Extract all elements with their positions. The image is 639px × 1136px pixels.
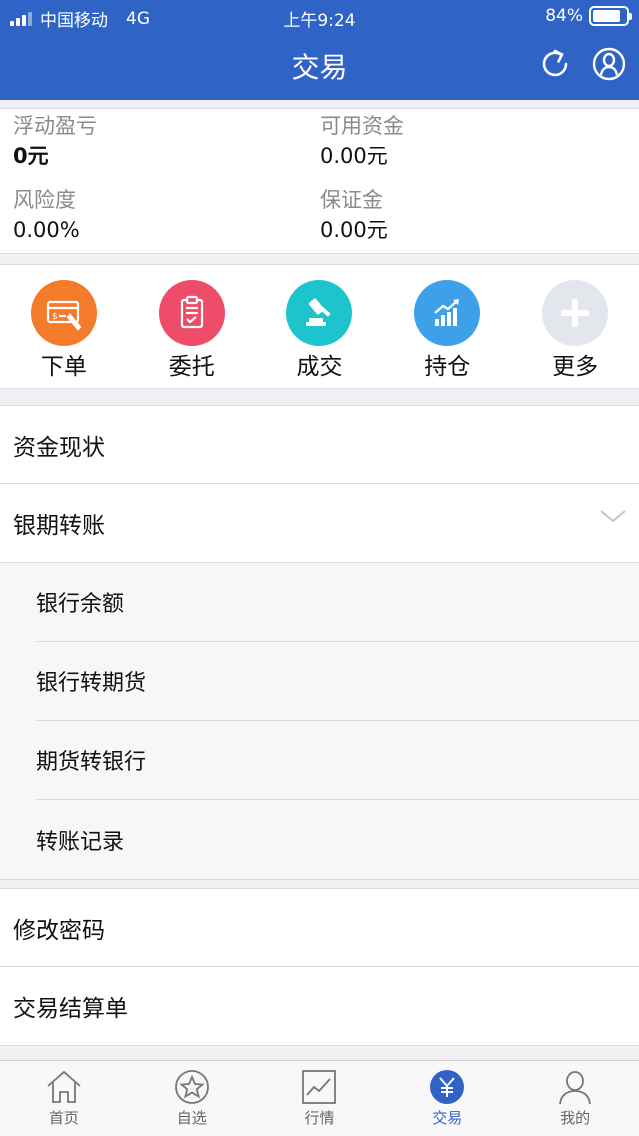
tab-label: 交易 — [432, 1109, 463, 1127]
user-circle-icon — [592, 47, 626, 81]
tab-label: 自选 — [176, 1109, 207, 1127]
available-funds-label: 可用资金 — [320, 114, 404, 138]
quick-actions: $ 下单 委托 成交 持仓 更多 — [0, 264, 639, 389]
account-summary: 浮动盈亏 0元 可用资金 0.00元 风险度 0.00% 保证金 0.00元 — [0, 108, 639, 254]
action-label: 持仓 — [424, 354, 471, 380]
action-positions[interactable]: 持仓 — [383, 265, 511, 388]
submenu-label: 银行转期货 — [36, 671, 147, 696]
status-right: 84% — [545, 6, 632, 26]
profile-button[interactable] — [591, 46, 627, 82]
action-place-order[interactable]: $ 下单 — [0, 265, 128, 388]
tab-trade[interactable]: 交易 — [383, 1061, 511, 1136]
section-gap — [0, 880, 639, 888]
submenu-label: 转账记录 — [36, 829, 125, 855]
svg-text:$: $ — [52, 312, 58, 322]
yuan-icon — [430, 1070, 465, 1104]
risk-degree-label: 风险度 — [13, 188, 76, 212]
action-label: 更多 — [552, 354, 599, 380]
menu-label: 银期转账 — [13, 513, 105, 539]
clock: 上午9:24 — [283, 11, 356, 31]
trend-chart-icon — [302, 1070, 337, 1104]
tab-home[interactable]: 首页 — [0, 1061, 128, 1136]
tab-label: 我的 — [560, 1109, 591, 1127]
clipboard-icon — [158, 280, 225, 346]
action-orders[interactable]: 委托 — [128, 265, 256, 388]
battery-percent: 84% — [545, 6, 583, 26]
status-bar: 中国移动 4G 上午9:24 84% — [0, 0, 639, 34]
submenu-transfer-records[interactable]: 转账记录 — [36, 800, 639, 879]
menu-change-password[interactable]: 修改密码 — [0, 888, 639, 967]
star-icon — [174, 1070, 209, 1104]
submenu-bank-to-futures[interactable]: 银行转期货 — [36, 642, 639, 721]
risk-degree: 风险度 0.00% — [13, 185, 80, 245]
action-label: 下单 — [40, 354, 87, 380]
risk-degree-value: 0.00% — [13, 218, 80, 242]
action-trades[interactable]: 成交 — [256, 265, 384, 388]
submenu-futures-to-bank[interactable]: 期货转银行 — [36, 721, 639, 800]
home-icon — [47, 1070, 81, 1103]
tab-watchlist[interactable]: 自选 — [128, 1061, 256, 1136]
action-label: 成交 — [296, 354, 343, 380]
menu-label: 交易结算单 — [13, 996, 128, 1022]
floating-pl-label: 浮动盈亏 — [13, 114, 97, 138]
menu-bank-futures-transfer[interactable]: 银期转账 — [0, 484, 639, 563]
menu-funds-status[interactable]: 资金现状 — [0, 405, 639, 484]
tab-bar: 首页 自选 行情 交易 我的 — [0, 1060, 639, 1136]
available-funds: 可用资金 0.00元 — [320, 111, 404, 171]
tab-me[interactable]: 我的 — [511, 1061, 639, 1136]
floating-pl: 浮动盈亏 0元 — [13, 111, 97, 171]
person-icon — [559, 1071, 591, 1105]
menu-label: 修改密码 — [13, 917, 105, 944]
action-label: 委托 — [168, 354, 215, 380]
floating-pl-value: 0元 — [13, 144, 49, 168]
order-ticket-icon: $ — [30, 280, 97, 346]
submenu-bank-balance[interactable]: 银行余额 — [36, 563, 639, 642]
refresh-button[interactable] — [537, 46, 573, 82]
gavel-icon — [286, 280, 353, 346]
battery-icon — [589, 6, 632, 26]
bar-chart-icon — [414, 280, 481, 346]
submenu-label: 期货转银行 — [36, 750, 147, 775]
chevron-down-icon — [600, 510, 626, 523]
transfer-submenu: 银行余额 银行转期货 期货转银行 转账记录 — [0, 563, 639, 880]
menu-label: 资金现状 — [13, 434, 105, 461]
margin-value: 0.00元 — [320, 218, 388, 242]
plus-icon — [542, 280, 609, 346]
tab-market[interactable]: 行情 — [256, 1061, 384, 1136]
tab-label: 首页 — [48, 1109, 79, 1127]
submenu-label: 银行余额 — [36, 592, 125, 617]
margin-label: 保证金 — [320, 188, 383, 212]
margin: 保证金 0.00元 — [320, 185, 388, 245]
menu-settlement-statement[interactable]: 交易结算单 — [0, 967, 639, 1046]
nav-header: 中国移动 4G 上午9:24 84% 交易 — [0, 0, 639, 100]
action-more[interactable]: 更多 — [511, 265, 639, 388]
menu-list: 资金现状 银期转账 银行余额 银行转期货 期货转银行 转账记录 修改密码 交易结… — [0, 405, 639, 1046]
tab-label: 行情 — [304, 1109, 335, 1127]
available-funds-value: 0.00元 — [320, 144, 388, 168]
refresh-icon — [542, 49, 568, 77]
